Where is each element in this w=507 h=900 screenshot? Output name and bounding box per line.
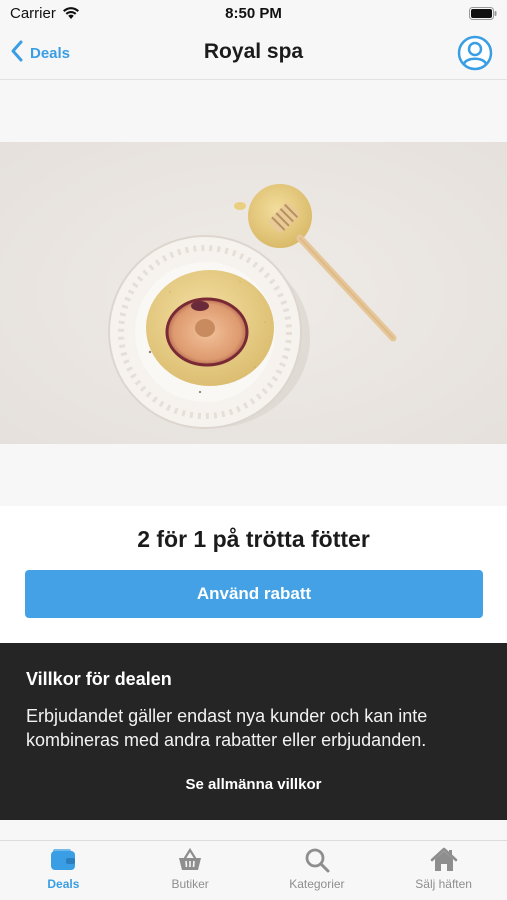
deal-section: 2 för 1 på trötta fötter Använd rabatt: [0, 506, 507, 643]
search-icon: [303, 847, 331, 873]
deal-image: [0, 142, 507, 444]
battery-icon: [469, 7, 497, 25]
terms-body: Erbjudandet gäller endast nya kunder och…: [26, 706, 428, 750]
tab-kategorier[interactable]: Kategorier: [254, 841, 381, 900]
navigation-bar: Deals Royal spa: [0, 28, 507, 80]
tab-label: Kategorier: [289, 877, 345, 891]
general-terms-link[interactable]: Se allmänna villkor: [0, 776, 507, 793]
hero-band-bottom: [0, 444, 507, 506]
profile-button[interactable]: [457, 35, 493, 71]
status-time: 8:50 PM: [225, 5, 282, 22]
basket-icon: [176, 847, 204, 873]
tab-deals[interactable]: Deals: [0, 841, 127, 900]
wallet-icon: [49, 847, 77, 873]
tab-label: Deals: [47, 877, 80, 891]
terms-section: Villkor för dealen Erbjudandet gäller en…: [0, 643, 507, 820]
status-bar: Carrier 8:50 PM: [0, 0, 507, 28]
deal-title: 2 för 1 på trötta fötter: [137, 526, 370, 552]
tab-salj-haften[interactable]: Sälj häften: [380, 841, 507, 900]
content-bottom-strip: [0, 820, 507, 840]
tab-butiker[interactable]: Butiker: [127, 841, 254, 900]
page-title: Royal spa: [203, 40, 304, 63]
hero-band-top: [0, 80, 507, 142]
house-icon: [430, 847, 458, 873]
use-discount-button[interactable]: Använd rabatt: [25, 570, 483, 618]
tab-label: Butiker: [171, 877, 209, 891]
user-icon: [457, 35, 493, 75]
tab-bar: Deals Butiker Kategorier Sälj häften: [0, 840, 507, 900]
terms-heading: Villkor för dealen: [26, 669, 172, 689]
tab-label: Sälj häften: [415, 877, 472, 891]
